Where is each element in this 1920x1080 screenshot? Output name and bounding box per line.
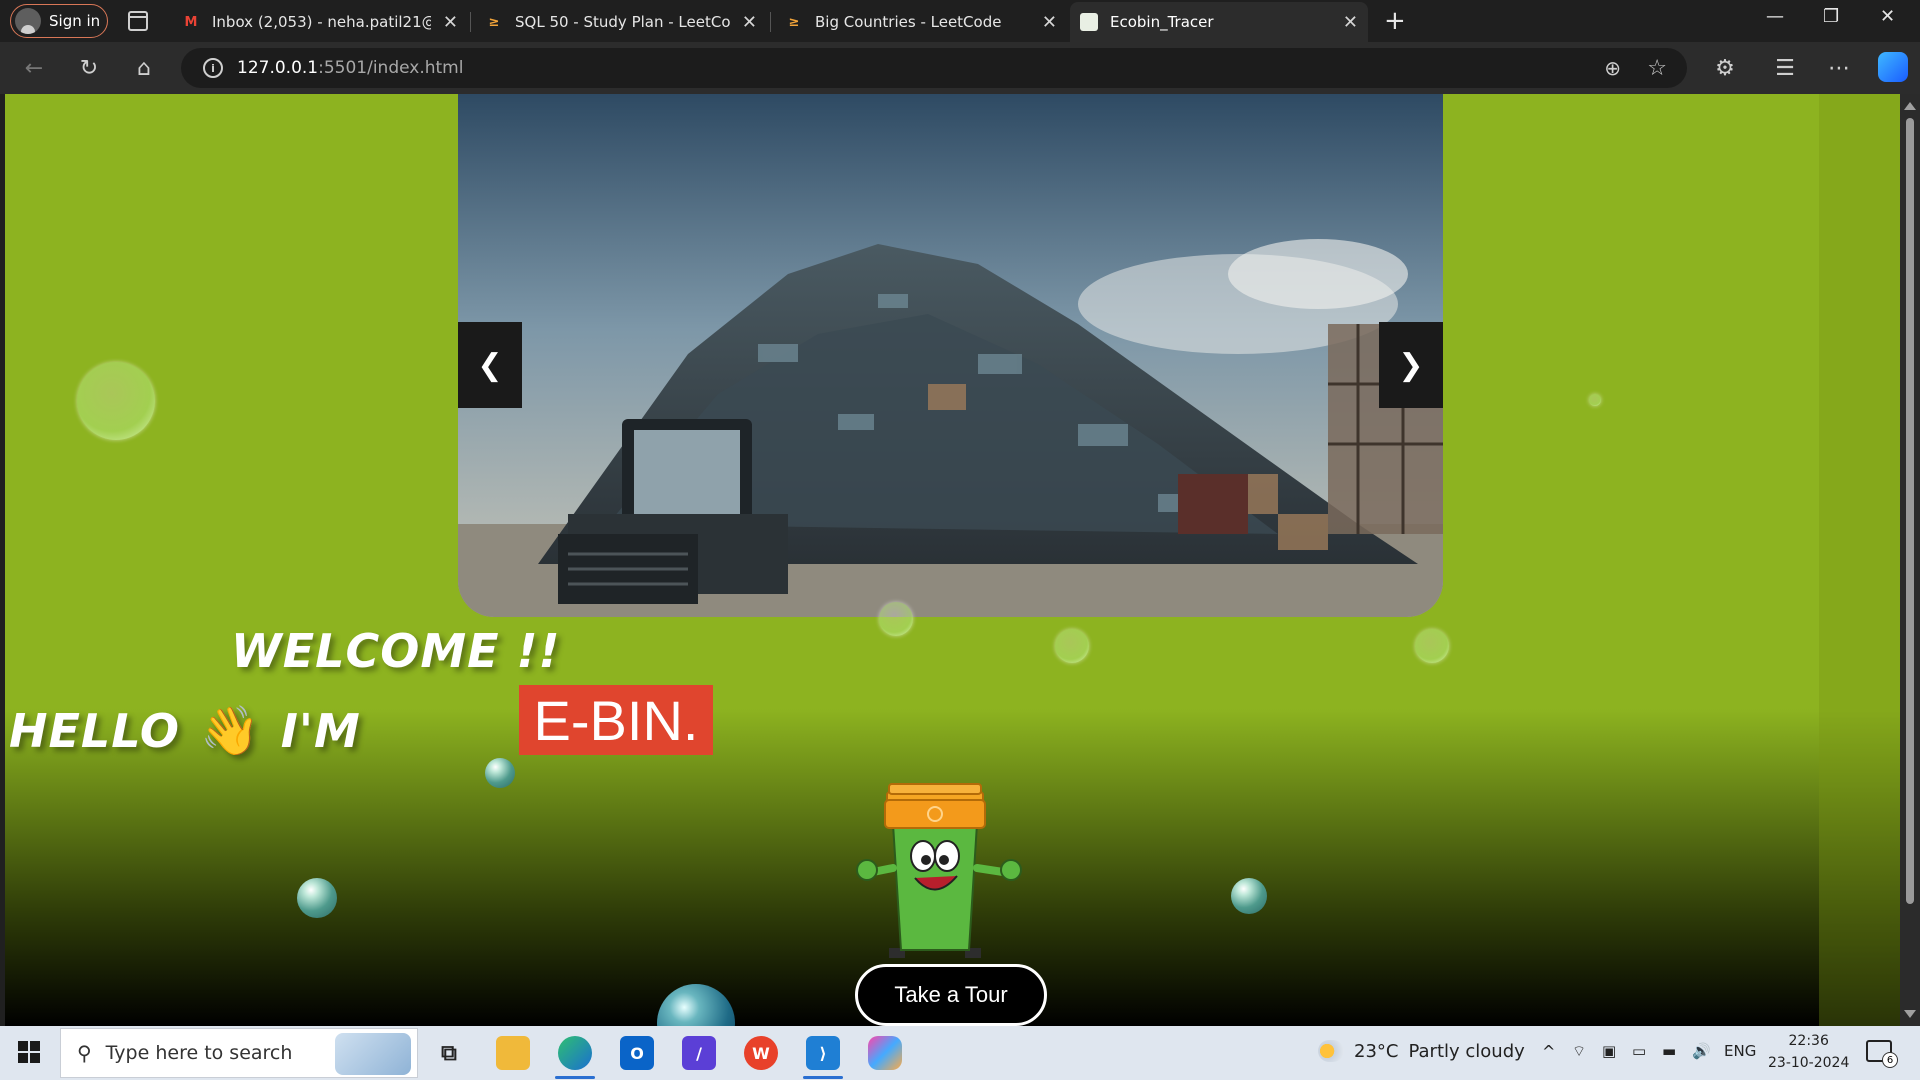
close-icon[interactable]: ✕ xyxy=(1343,12,1358,33)
im-text: I'M xyxy=(280,703,361,758)
minimize-button[interactable]: — xyxy=(1766,6,1784,27)
taskbar-search-placeholder: Type here to search xyxy=(105,1042,293,1064)
bubble-decoration xyxy=(297,878,337,918)
search-icon: ⚲ xyxy=(77,1041,92,1065)
bubble-decoration xyxy=(1231,878,1267,914)
copilot-app-icon[interactable] xyxy=(868,1036,902,1070)
tab-title: Big Countries - LeetCode xyxy=(815,13,1002,31)
tab-big-countries[interactable]: ≥ Big Countries - LeetCode ✕ xyxy=(775,2,1067,42)
bubble-decoration xyxy=(485,758,515,788)
welcome-heading: WELCOME !! xyxy=(231,624,561,678)
taskbar-search-box[interactable]: ⚲ Type here to search xyxy=(60,1028,418,1078)
weather-condition: Partly cloudy xyxy=(1408,1040,1525,1062)
edge-browser-icon[interactable] xyxy=(558,1036,592,1070)
extensions-icon[interactable]: ⚙ xyxy=(1709,52,1741,84)
notification-count-badge: 6 xyxy=(1882,1052,1898,1068)
tab-title: Ecobin_Tracer xyxy=(1110,13,1214,31)
leetcode-icon: ≥ xyxy=(488,14,500,30)
recycle-bin-mascot xyxy=(856,783,1022,958)
hello-text: HELLO xyxy=(9,703,181,758)
image-carousel: ❮ ❯ xyxy=(458,94,1443,617)
clock-time: 22:36 xyxy=(1788,1033,1829,1049)
home-button[interactable]: ⌂ xyxy=(128,52,160,84)
meet-now-icon[interactable]: ▣ xyxy=(1602,1042,1616,1060)
pen-app-icon[interactable]: / xyxy=(682,1036,716,1070)
tab-title: SQL 50 - Study Plan - LeetCode xyxy=(515,13,730,31)
windows-start-icon[interactable] xyxy=(18,1041,40,1063)
site-info-icon[interactable]: i xyxy=(203,58,223,78)
page-icon xyxy=(1080,13,1098,31)
carousel-prev-button[interactable]: ❮ xyxy=(458,322,522,408)
zoom-icon[interactable]: ⊕ xyxy=(1604,56,1621,80)
bubble-decoration xyxy=(879,602,913,636)
close-icon[interactable]: ✕ xyxy=(742,12,757,33)
task-view-icon[interactable]: ⧉ xyxy=(432,1036,466,1070)
display-icon[interactable]: ▭ xyxy=(1632,1042,1646,1060)
windows-taskbar: ⚲ Type here to search ⧉ O / W ⟩ 23°C Par… xyxy=(0,1026,1920,1080)
gmail-icon: M xyxy=(184,14,198,30)
e-waste-landfill-image xyxy=(458,94,1443,617)
brand-name-box: E-BIN. xyxy=(519,685,713,755)
bubble-decoration xyxy=(1589,394,1601,406)
profile-avatar-icon xyxy=(15,8,41,34)
close-icon[interactable]: ✕ xyxy=(1042,12,1057,33)
tab-title: Inbox (2,053) - neha.patil21@pccoe xyxy=(212,13,431,31)
notification-center-icon[interactable]: 6 xyxy=(1866,1040,1898,1068)
bubble-decoration xyxy=(1415,629,1449,663)
back-button[interactable]: ← xyxy=(18,52,50,84)
take-a-tour-button[interactable]: Take a Tour xyxy=(855,964,1047,1026)
search-highlight-image xyxy=(335,1033,411,1075)
scrollbar-thumb[interactable] xyxy=(1906,118,1914,904)
outlook-icon[interactable]: O xyxy=(620,1036,654,1070)
tab-actions-icon[interactable] xyxy=(128,11,148,31)
address-bar[interactable]: i 127.0.0.1 :5501/index.html ⊕ ☆ xyxy=(181,48,1687,88)
close-window-button[interactable]: ✕ xyxy=(1880,6,1895,27)
weather-temp: 23°C xyxy=(1354,1040,1399,1062)
bubble-decoration xyxy=(1055,629,1089,663)
weather-widget[interactable]: 23°C Partly cloudy xyxy=(1318,1040,1525,1062)
scroll-down-icon[interactable] xyxy=(1904,1010,1916,1018)
battery-icon[interactable]: ▬ xyxy=(1662,1042,1676,1060)
browser-toolbar: ← ↻ ⌂ i 127.0.0.1 :5501/index.html ⊕ ☆ ⚙… xyxy=(0,42,1920,94)
vscode-icon[interactable]: ⟩ xyxy=(806,1036,840,1070)
favorite-star-icon[interactable]: ☆ xyxy=(1647,56,1667,81)
language-indicator[interactable]: ENG xyxy=(1724,1042,1756,1060)
copilot-icon[interactable] xyxy=(1878,52,1908,82)
new-tab-button[interactable]: + xyxy=(1384,6,1406,36)
page-right-strip xyxy=(1819,94,1900,1026)
tab-sql-50[interactable]: ≥ SQL 50 - Study Plan - LeetCode ✕ xyxy=(475,2,767,42)
page-viewport: ❮ ❯ WELCOME !! HELLO 👋 I'M E-BIN. Take a… xyxy=(5,94,1900,1026)
hello-heading: HELLO 👋 I'M xyxy=(9,702,361,759)
tab-ecobin-tracer[interactable]: Ecobin_Tracer ✕ xyxy=(1070,2,1368,42)
network-icon[interactable]: ⌔ xyxy=(1572,1042,1586,1061)
scroll-up-icon[interactable] xyxy=(1904,102,1916,110)
leetcode-icon: ≥ xyxy=(788,14,800,30)
address-host: 127.0.0.1 xyxy=(237,58,319,78)
profile-sign-in-button[interactable]: Sign in xyxy=(10,4,108,38)
reload-button[interactable]: ↻ xyxy=(73,52,105,84)
carousel-next-button[interactable]: ❯ xyxy=(1379,322,1443,408)
profile-label: Sign in xyxy=(49,12,101,30)
address-path: :5501/index.html xyxy=(318,58,464,78)
bubble-decoration xyxy=(77,362,155,440)
clock-date: 23-10-2024 xyxy=(1768,1055,1850,1071)
tab-gmail[interactable]: M Inbox (2,053) - neha.patil21@pccoe ✕ xyxy=(172,2,468,42)
partly-cloudy-icon xyxy=(1318,1040,1344,1062)
volume-icon[interactable]: 🔊 xyxy=(1692,1042,1711,1060)
file-explorer-icon[interactable] xyxy=(496,1036,530,1070)
more-menu-icon[interactable]: ⋯ xyxy=(1823,52,1855,84)
wps-office-icon[interactable]: W xyxy=(744,1036,778,1070)
close-icon[interactable]: ✕ xyxy=(443,12,458,33)
favorites-icon[interactable]: ☰ xyxy=(1769,52,1801,84)
restore-button[interactable]: ❐ xyxy=(1823,6,1839,27)
taskbar-clock[interactable]: 22:36 23-10-2024 xyxy=(1768,1030,1849,1074)
browser-tab-strip: Sign in M Inbox (2,053) - neha.patil21@p… xyxy=(0,0,1920,42)
page-scrollbar[interactable] xyxy=(1900,94,1920,1026)
waving-hand-icon: 👋 xyxy=(200,703,261,759)
show-hidden-icons-icon[interactable]: ^ xyxy=(1542,1042,1555,1061)
